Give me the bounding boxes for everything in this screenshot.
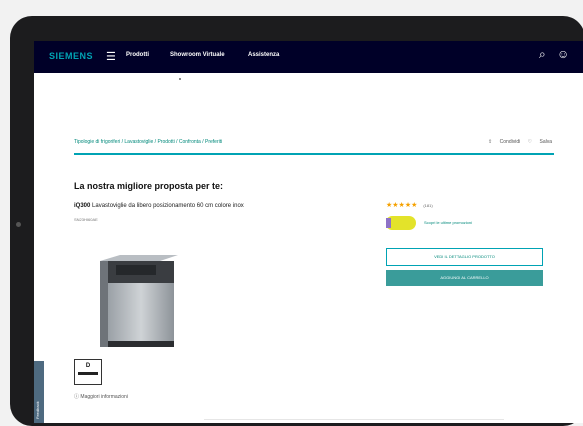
- energy-label[interactable]: D: [74, 359, 102, 385]
- footer-divider: [204, 419, 504, 420]
- share-link[interactable]: Condividi: [500, 139, 521, 145]
- promo-text: Scopri le ultime promozioni: [424, 220, 473, 225]
- siemens-logo[interactable]: SIEMENS: [49, 51, 93, 61]
- add-to-cart-button[interactable]: AGGIUNGI AL CARRELLO: [386, 270, 543, 286]
- energy-bar: [78, 372, 98, 375]
- share-icon[interactable]: ⇪: [488, 139, 492, 145]
- more-info-label: Maggiori informazioni: [80, 394, 128, 400]
- review-count: (181): [423, 203, 433, 208]
- screen: SIEMENS ☰ Prodotti Showroom Virtuale Ass…: [34, 41, 583, 423]
- feedback-tab[interactable]: Feedback: [34, 361, 44, 423]
- save-link[interactable]: Salva: [539, 139, 552, 145]
- info-icon: ⓘ: [74, 394, 80, 400]
- recommendation-heading: La nostra migliore proposta per te:: [74, 181, 224, 191]
- search-icon[interactable]: ⌕: [539, 47, 546, 62]
- nav-prodotti[interactable]: Prodotti: [126, 52, 149, 58]
- divider-dot: [179, 78, 181, 80]
- nav-showroom[interactable]: Showroom Virtuale: [170, 52, 225, 58]
- teal-divider: [74, 153, 554, 155]
- tablet-frame: SIEMENS ☰ Prodotti Showroom Virtuale Ass…: [10, 16, 583, 426]
- star-icons: ★★★★★: [386, 202, 418, 209]
- product-model: SN23HI60AE: [74, 217, 98, 222]
- rating[interactable]: ★★★★★ (181): [386, 201, 433, 209]
- more-info-link[interactable]: ⓘ Maggiori informazioni: [74, 393, 128, 400]
- dishwasher-image[interactable]: [94, 253, 184, 353]
- feedback-label: Feedback: [35, 401, 40, 419]
- camera-lens: [16, 222, 21, 227]
- energy-class: D: [85, 363, 91, 369]
- user-icon[interactable]: ☺: [557, 47, 569, 61]
- nav-assistenza[interactable]: Assistenza: [248, 52, 279, 58]
- product-series: iQ300: [74, 203, 91, 209]
- product-title[interactable]: iQ300 Lavastoviglie da libero posizionam…: [74, 203, 244, 209]
- menu-icon[interactable]: ☰: [106, 50, 116, 63]
- heart-icon[interactable]: ♡: [528, 139, 532, 145]
- breadcrumb[interactable]: Tipologie di frigoriferi / Lavastoviglie…: [74, 139, 222, 145]
- page-tools: ⇪ Condividi ♡ Salva: [482, 139, 552, 145]
- promo-tag-icon: [386, 218, 391, 228]
- product-name: Lavastoviglie da libero posizionamento 6…: [92, 203, 244, 209]
- top-navbar: SIEMENS ☰ Prodotti Showroom Virtuale Ass…: [34, 41, 583, 73]
- product-details-button[interactable]: VEDI IL DETTAGLIO PRODOTTO: [386, 248, 543, 266]
